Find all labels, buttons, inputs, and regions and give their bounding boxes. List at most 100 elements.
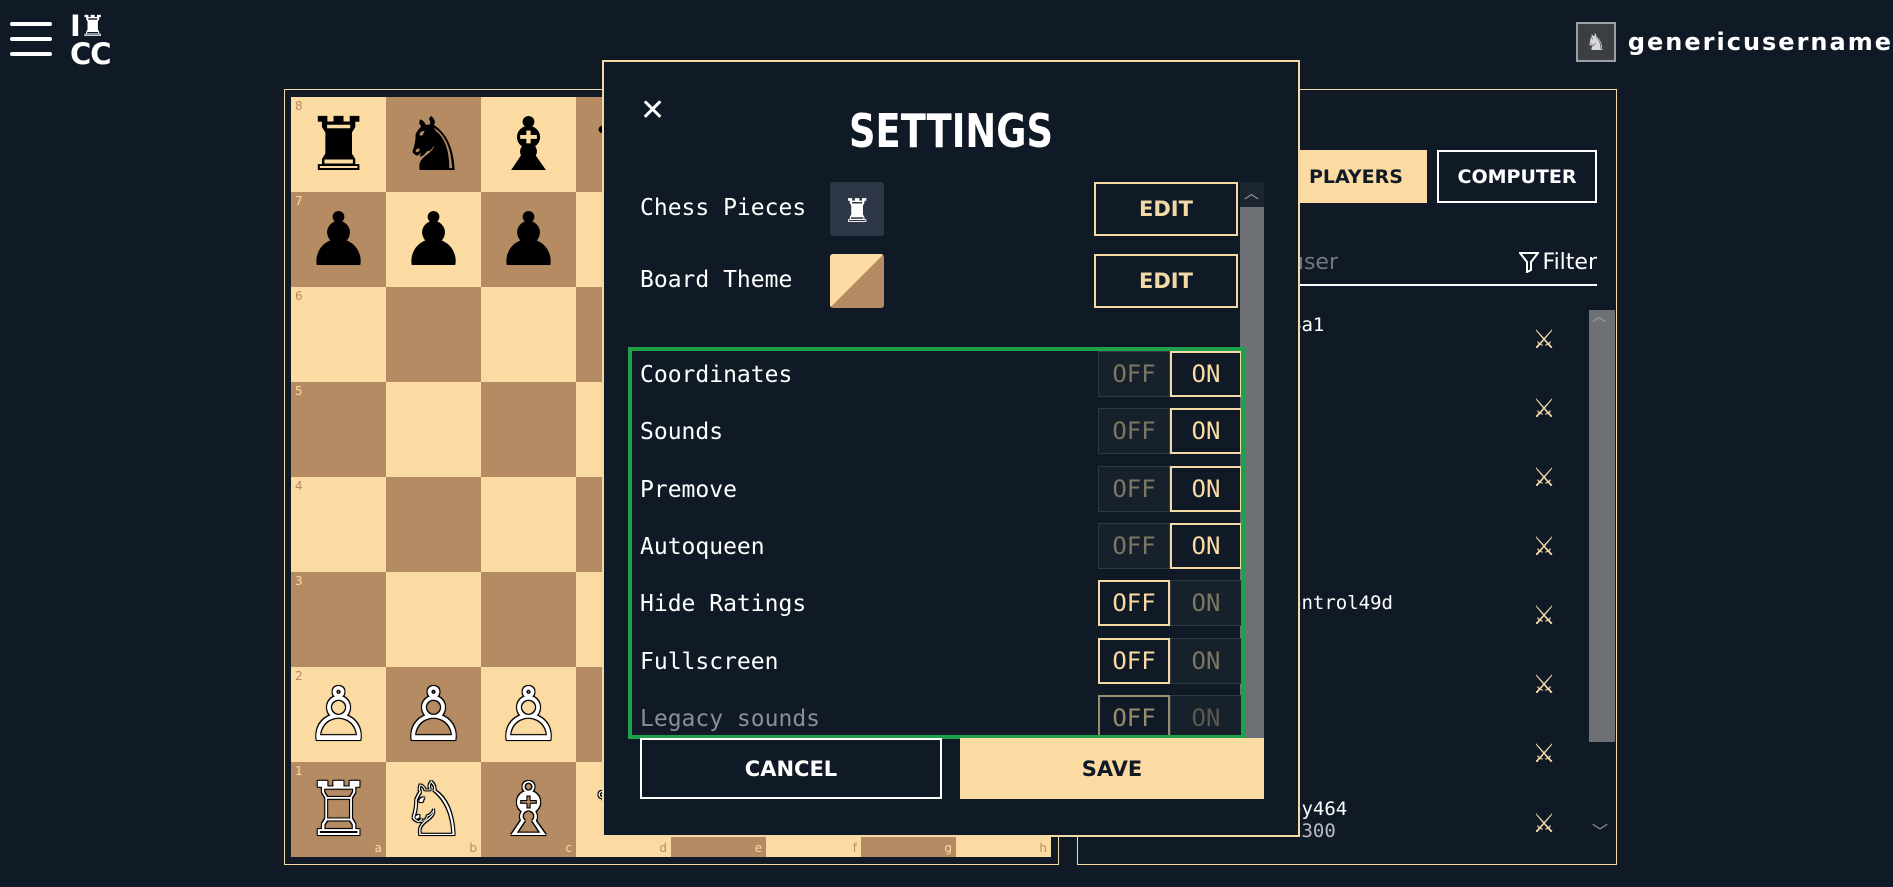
save-button[interactable]: SAVE (960, 738, 1264, 799)
filter-label: Filter (1542, 249, 1597, 275)
menu-icon[interactable] (10, 22, 52, 60)
board-square[interactable] (481, 572, 576, 667)
edit-board-theme-button[interactable]: EDIT (1094, 254, 1238, 308)
rank-label: 3 (295, 574, 303, 588)
chess-piece[interactable]: ♟ (305, 203, 371, 277)
on-off-toggle[interactable]: OFF ON (1098, 580, 1241, 627)
on-off-toggle[interactable]: OFF ON (1098, 465, 1241, 512)
edit-pieces-button[interactable]: EDIT (1094, 182, 1238, 236)
on-option[interactable]: ON (1170, 580, 1241, 627)
chess-piece[interactable]: ♖ (305, 773, 371, 847)
challenge-swords-icon[interactable]: ⚔ (1530, 602, 1558, 630)
close-icon[interactable]: ✕ (640, 96, 665, 126)
rank-label: 7 (295, 194, 303, 208)
board-square[interactable]: ♞ (386, 97, 481, 192)
board-square[interactable]: 4 (291, 477, 386, 572)
challenge-swords-icon[interactable]: ⚔ (1530, 395, 1558, 423)
chess-piece[interactable]: ♜ (305, 108, 371, 182)
on-off-toggle[interactable]: OFF ON (1098, 637, 1241, 684)
off-option[interactable]: OFF (1098, 694, 1170, 735)
board-square[interactable] (386, 287, 481, 382)
chess-piece[interactable]: ♘ (400, 773, 466, 847)
on-option[interactable]: ON (1170, 351, 1241, 397)
board-square[interactable]: 6 (291, 287, 386, 382)
player-list-scrollbar[interactable] (1589, 310, 1615, 742)
board-square[interactable]: ♟ (386, 192, 481, 287)
board-square[interactable]: 2 ♙ (291, 667, 386, 762)
chess-piece[interactable]: ♙ (400, 678, 466, 752)
rank-label: 8 (295, 99, 303, 113)
setting-label: Fullscreen (640, 648, 779, 675)
off-option[interactable]: OFF (1098, 351, 1170, 397)
setting-row-fullscreen: Fullscreen OFF ON (632, 637, 1241, 695)
challenge-swords-icon[interactable]: ⚔ (1530, 464, 1558, 492)
tab-computer[interactable]: COMPUTER (1437, 150, 1597, 203)
rank-label: 5 (295, 384, 303, 398)
rank-label: 6 (295, 289, 303, 303)
board-square[interactable]: c ♗ (481, 762, 576, 857)
off-option[interactable]: OFF (1098, 465, 1170, 512)
user-menu[interactable]: ♞ genericusername (1575, 22, 1893, 62)
board-square[interactable]: ♟ (481, 192, 576, 287)
on-off-toggle[interactable]: OFF ON (1098, 694, 1241, 735)
challenge-swords-icon[interactable]: ⚔ (1530, 740, 1558, 768)
off-option[interactable]: OFF (1098, 408, 1170, 455)
on-off-toggle[interactable]: OFF ON (1098, 522, 1241, 569)
player-row[interactable]: ontrol49d (1290, 592, 1570, 632)
scroll-up-icon[interactable]: ︿ (1244, 182, 1259, 203)
on-option[interactable]: ON (1170, 694, 1241, 735)
board-square[interactable]: b ♘ (386, 762, 481, 857)
challenge-swords-icon[interactable]: ⚔ (1530, 533, 1558, 561)
filter-button[interactable]: Filter (1518, 249, 1597, 275)
modal-title: SETTINGS (849, 104, 1053, 158)
on-off-toggle[interactable]: OFF ON (1098, 408, 1241, 455)
board-square[interactable]: 1 a ♖ (291, 762, 386, 857)
file-label: a (374, 841, 382, 855)
off-option[interactable]: OFF (1098, 522, 1170, 569)
player-row[interactable]: oy464 1300 (1290, 798, 1570, 842)
avatar[interactable]: ♞ (1575, 22, 1616, 62)
scroll-down-icon[interactable]: ﹀ (1592, 818, 1608, 842)
cancel-button[interactable]: CANCEL (640, 738, 942, 799)
board-square[interactable] (386, 477, 481, 572)
board-square[interactable]: ♝ (481, 97, 576, 192)
chess-piece[interactable]: ♗ (495, 773, 561, 847)
board-square[interactable] (386, 572, 481, 667)
board-square[interactable] (481, 477, 576, 572)
on-option[interactable]: ON (1170, 522, 1241, 569)
board-square[interactable] (481, 382, 576, 477)
player-row[interactable]: 4a1 (1290, 314, 1570, 354)
tab-players[interactable]: PLAYERS (1285, 150, 1427, 203)
setting-label: Legacy sounds (640, 705, 821, 732)
board-square[interactable]: ♙ (386, 667, 481, 762)
challenge-swords-icon[interactable]: ⚔ (1530, 671, 1558, 699)
chess-piece[interactable]: ♟ (400, 203, 466, 277)
board-square[interactable] (481, 287, 576, 382)
board-square[interactable] (386, 382, 481, 477)
setting-row-legacy-sounds: Legacy sounds OFF ON (632, 694, 1241, 735)
scroll-up-icon[interactable]: ︿ (1592, 306, 1606, 326)
username[interactable]: genericusername (1628, 28, 1893, 56)
search-row: user Filter (1290, 240, 1597, 286)
board-square[interactable]: ♙ (481, 667, 576, 762)
board-square[interactable]: 7 ♟ (291, 192, 386, 287)
challenge-swords-icon[interactable]: ⚔ (1530, 326, 1558, 354)
off-option[interactable]: OFF (1098, 580, 1170, 627)
board-square[interactable]: 3 (291, 572, 386, 667)
board-square[interactable]: 5 (291, 382, 386, 477)
chess-piece[interactable]: ♞ (400, 108, 466, 182)
chess-piece[interactable]: ♙ (495, 678, 561, 752)
on-option[interactable]: ON (1170, 637, 1241, 684)
site-logo[interactable]: I♜ CC (70, 12, 130, 72)
chess-piece[interactable]: ♝ (495, 108, 561, 182)
chess-piece[interactable]: ♟ (495, 203, 561, 277)
on-option[interactable]: ON (1170, 465, 1241, 512)
challenge-swords-icon[interactable]: ⚔ (1530, 810, 1558, 838)
on-option[interactable]: ON (1170, 408, 1241, 455)
file-label: h (1039, 841, 1047, 855)
board-square[interactable]: 8 ♜ (291, 97, 386, 192)
off-option[interactable]: OFF (1098, 637, 1170, 684)
on-off-toggle[interactable]: OFF ON (1098, 351, 1241, 397)
chess-piece[interactable]: ♙ (305, 678, 371, 752)
setting-row-hide-ratings: Hide Ratings OFF ON (632, 580, 1241, 637)
